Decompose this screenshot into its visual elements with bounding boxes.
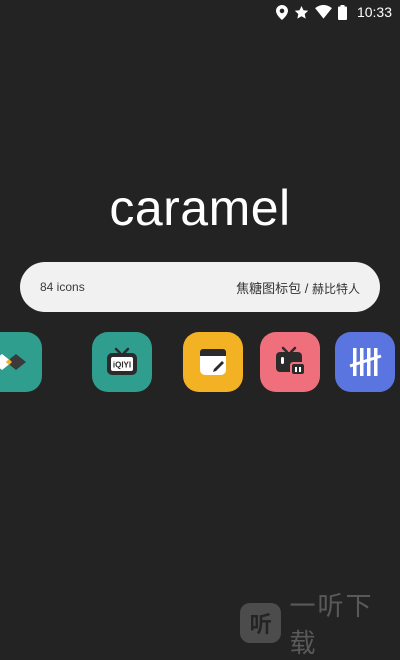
tally-marks-icon [349, 348, 382, 376]
location-icon [275, 4, 288, 20]
status-bar: 10:33 [0, 0, 400, 24]
status-icons: 10:33 [275, 3, 392, 21]
tv-icon: iQIYI [107, 347, 137, 375]
iqiyi-app-icon[interactable]: iQIYI [92, 332, 152, 392]
watermark-text: 一听下载 [289, 591, 374, 658]
iqiyi-logo-text: iQIYI [113, 361, 131, 370]
wifi-icon [315, 5, 332, 19]
star-icon [294, 5, 309, 20]
author-name: 赫比特人 [311, 281, 360, 296]
notes-app-icon[interactable] [183, 332, 243, 392]
bilibili-app-icon[interactable] [260, 332, 320, 392]
watermark-logo: 听 [240, 603, 282, 643]
battery-icon [337, 4, 347, 20]
pack-name: 焦糖图标包 / [236, 280, 312, 296]
icon-pack-info-card[interactable]: 84 icons 焦糖图标包 / 赫比特人 [20, 262, 380, 312]
status-time: 10:33 [356, 4, 392, 20]
notepad-icon [200, 349, 226, 375]
icon-count: 84 icons [40, 280, 85, 294]
bilibili-tv-icon [276, 346, 306, 376]
maps-glyph-icon [0, 354, 26, 370]
app-title: caramel [109, 180, 291, 236]
watermark: 听 一听下载 [240, 591, 400, 658]
pack-name-label: 焦糖图标包 / 赫比特人 [236, 278, 360, 297]
tally-app-icon[interactable] [335, 332, 395, 392]
maps-app-icon[interactable] [0, 332, 42, 392]
